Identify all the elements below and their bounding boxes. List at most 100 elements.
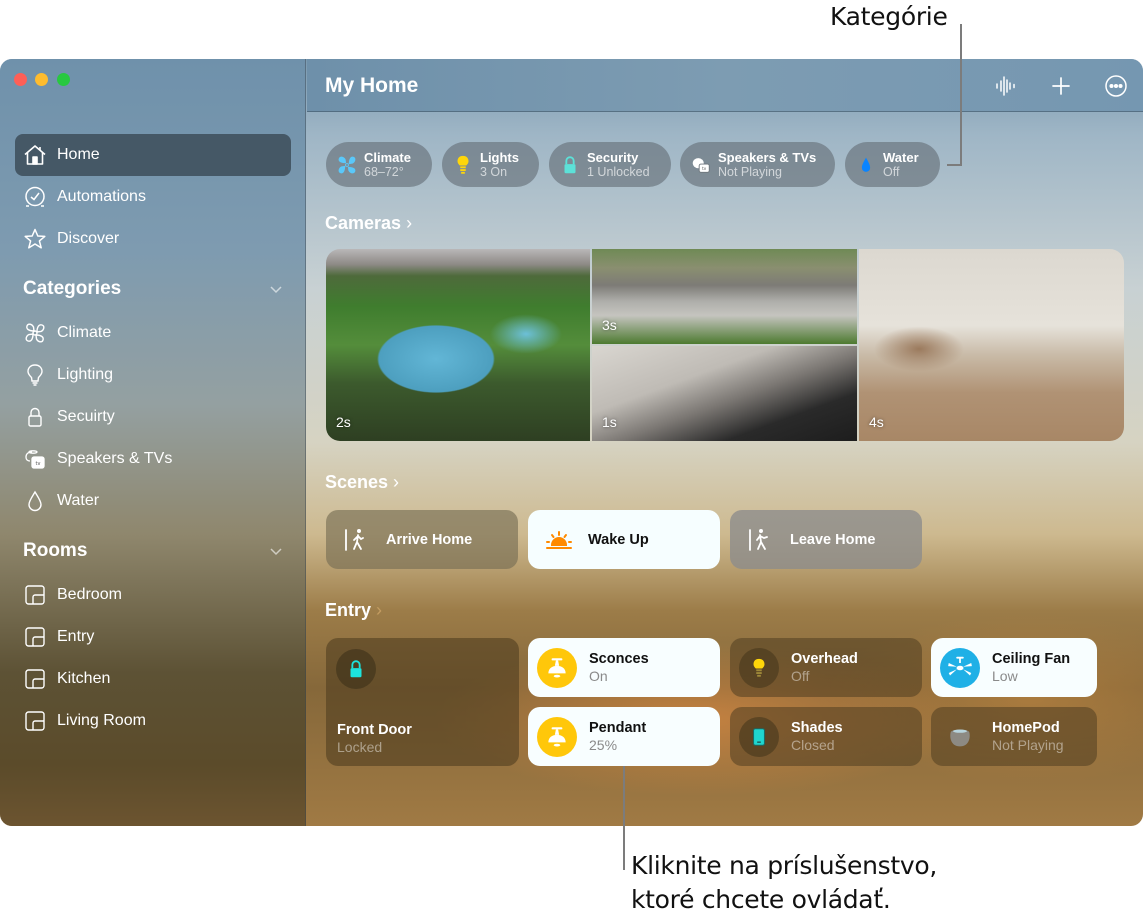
accessory-homepod[interactable]: HomePod Not Playing	[931, 707, 1097, 766]
accessory-ceiling-fan[interactable]: Ceiling Fan Low	[931, 638, 1097, 697]
accessory-name: Shades	[791, 719, 843, 736]
leave-home-icon	[746, 525, 776, 555]
accessory-name: Overhead	[791, 650, 858, 667]
sidebar-item-security[interactable]: Secuirty	[15, 396, 291, 438]
accessory-pendant[interactable]: Pendant 25%	[528, 707, 720, 766]
homepod-appletv-icon: tv	[690, 154, 712, 176]
camera-feed-living-room[interactable]: 4s	[859, 249, 1124, 441]
sidebar-item-label: Lighting	[57, 366, 114, 383]
camera-age-label: 4s	[869, 414, 884, 430]
sidebar-item-automations[interactable]: Automations	[15, 176, 291, 218]
accessory-status: 25%	[589, 736, 618, 753]
accessory-overhead[interactable]: Overhead Off	[730, 638, 922, 697]
zoom-window-button[interactable]	[57, 73, 70, 86]
callout-leader-line	[960, 24, 962, 166]
sidebar-item-lighting[interactable]: Lighting	[15, 354, 291, 396]
more-button[interactable]	[1103, 73, 1129, 99]
sidebar-item-label: Bedroom	[57, 586, 122, 603]
callout-accessory-line1: Kliknite na príslušenstvo,	[631, 851, 938, 880]
status-pill-climate[interactable]: Climate 68–72°	[326, 142, 432, 187]
sidebar-item-living-room[interactable]: Living Room	[15, 700, 291, 742]
pill-status: 3 On	[480, 164, 508, 179]
add-button[interactable]	[1048, 73, 1074, 99]
pill-name: Climate	[364, 149, 411, 165]
intercom-button[interactable]	[993, 73, 1019, 99]
chevron-down-icon	[270, 286, 282, 294]
homepod-icon	[940, 717, 980, 757]
accessory-front-door[interactable]: Front Door Locked	[326, 638, 519, 766]
sidebar-item-label: Kitchen	[57, 670, 111, 687]
status-pill-lights[interactable]: Lights 3 On	[442, 142, 539, 187]
sidebar-item-entry[interactable]: Entry	[15, 616, 291, 658]
callout-accessory: Kliknite na príslušenstvo, ktoré chcete …	[631, 849, 937, 917]
scenes-heading[interactable]: Scenes ›	[325, 472, 399, 493]
shades-icon	[739, 716, 779, 757]
camera-age-label: 1s	[602, 414, 617, 430]
fan-icon	[336, 154, 358, 176]
categories-section-header[interactable]: Categories	[23, 278, 283, 300]
title-bar: My Home	[307, 59, 1143, 112]
pill-status: Not Playing	[718, 164, 782, 179]
lock-icon	[559, 154, 581, 176]
status-pill-water[interactable]: Water Off	[845, 142, 940, 187]
scene-leave-home[interactable]: Leave Home	[730, 510, 922, 569]
sidebar-item-label: Automations	[57, 188, 146, 205]
pill-status: Off	[883, 164, 900, 179]
svg-text:tv: tv	[36, 461, 41, 467]
sidebar-item-bedroom[interactable]: Bedroom	[15, 574, 291, 616]
camera-feed-driveway[interactable]: 3s	[592, 249, 857, 344]
accessory-sconces[interactable]: Sconces On	[528, 638, 720, 697]
house-icon	[23, 143, 47, 167]
lock-icon	[336, 649, 376, 689]
waveform-icon	[996, 76, 1015, 96]
sidebar-item-kitchen[interactable]: Kitchen	[15, 658, 291, 700]
scene-arrive-home[interactable]: Arrive Home	[326, 510, 518, 569]
sidebar-item-speakers-tvs[interactable]: tv Speakers & TVs	[15, 438, 291, 480]
entry-heading-label: Entry	[325, 600, 372, 620]
sidebar-item-home[interactable]: Home	[15, 134, 291, 176]
rooms-section-header[interactable]: Rooms	[23, 540, 283, 562]
fan-icon	[23, 321, 47, 345]
sidebar-item-label: Entry	[57, 628, 95, 645]
accessory-name: Ceiling Fan	[992, 650, 1071, 667]
pill-status: 68–72°	[364, 164, 404, 179]
pill-name: Lights	[480, 149, 519, 165]
status-pill-speakers-tvs[interactable]: tv Speakers & TVs Not Playing	[680, 142, 835, 187]
accessory-name: Sconces	[589, 650, 649, 667]
accessory-status: Closed	[791, 736, 835, 753]
more-icon	[1105, 75, 1127, 97]
cameras-heading[interactable]: Cameras ›	[325, 213, 412, 234]
pendant-lamp-icon	[537, 716, 577, 757]
room-icon	[23, 667, 47, 691]
camera-grid: 2s 3s 1s 4s	[326, 249, 1124, 441]
main-content: Climate 68–72° Lights 3 On Security 1 Un…	[307, 112, 1143, 826]
sidebar-item-discover[interactable]: Discover	[15, 218, 291, 260]
arrive-home-icon	[342, 525, 372, 555]
room-icon	[23, 583, 47, 607]
camera-age-label: 3s	[602, 317, 617, 333]
room-icon	[23, 709, 47, 733]
sidebar-item-climate[interactable]: Climate	[15, 312, 291, 354]
scene-label: Wake Up	[588, 531, 649, 548]
scene-label: Leave Home	[790, 531, 876, 548]
accessory-shades[interactable]: Shades Closed	[730, 707, 922, 766]
lightbulb-icon	[452, 154, 474, 176]
chevron-right-icon: ›	[376, 600, 383, 620]
pill-name: Speakers & TVs	[718, 149, 817, 165]
sidebar-item-label: Secuirty	[57, 408, 115, 425]
close-window-button[interactable]	[14, 73, 27, 86]
camera-feed-backyard[interactable]: 2s	[326, 249, 590, 441]
sidebar-item-water[interactable]: Water	[15, 480, 291, 522]
sidebar-item-label: Home	[57, 146, 100, 163]
sidebar-item-label: Discover	[57, 230, 120, 247]
callout-leader-line	[947, 164, 962, 166]
callout-leader-line	[623, 766, 625, 870]
star-icon	[23, 227, 47, 251]
status-pill-security[interactable]: Security 1 Unlocked	[549, 142, 671, 187]
minimize-window-button[interactable]	[35, 73, 48, 86]
scene-wake-up[interactable]: Wake Up	[528, 510, 720, 569]
sidebar-item-label: Speakers & TVs	[57, 450, 173, 467]
plus-icon	[1052, 77, 1070, 95]
camera-feed-garage[interactable]: 1s	[592, 346, 857, 441]
entry-heading[interactable]: Entry ›	[325, 600, 382, 621]
